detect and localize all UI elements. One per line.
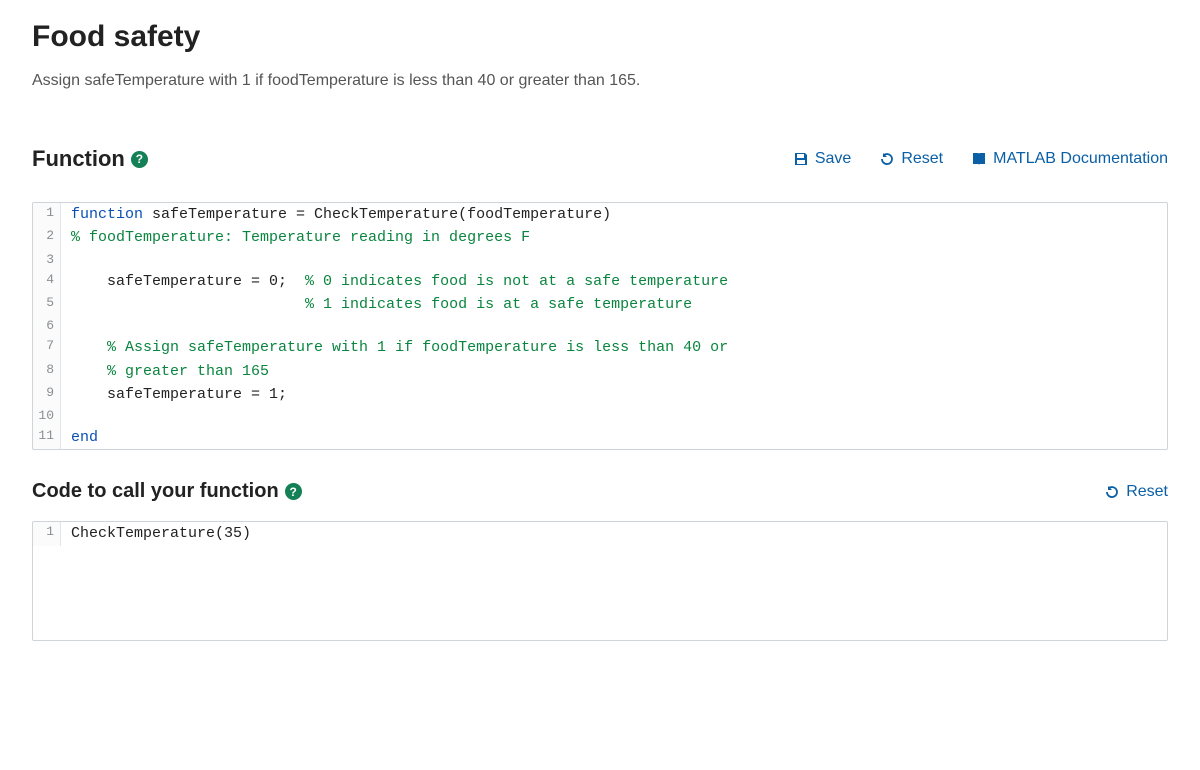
line-number: 1: [33, 522, 61, 545]
code-line[interactable]: 4 safeTemperature = 0; % 0 indicates foo…: [33, 270, 1167, 293]
help-icon[interactable]: ?: [131, 151, 148, 168]
line-number: 7: [33, 336, 61, 359]
code-content[interactable]: CheckTemperature(35): [61, 522, 261, 545]
function-heading-text: Function: [32, 146, 125, 172]
function-code-editor[interactable]: 1function safeTemperature = CheckTempera…: [32, 202, 1168, 450]
function-toolbar: Save Reset MATLAB Documentation: [793, 150, 1168, 168]
code-content[interactable]: safeTemperature = 0; % 0 indicates food …: [61, 270, 738, 293]
code-line[interactable]: 9 safeTemperature = 1;: [33, 383, 1167, 406]
reset-button[interactable]: Reset: [879, 150, 943, 168]
call-reset-label: Reset: [1126, 483, 1168, 501]
code-line[interactable]: 6: [33, 316, 1167, 336]
matlab-docs-label: MATLAB Documentation: [993, 150, 1168, 168]
reset-icon: [879, 151, 895, 167]
function-section-header: Function ? Save Reset MATLAB Documentati…: [32, 146, 1168, 172]
page-title: Food safety: [32, 20, 1168, 54]
line-number: 10: [33, 406, 61, 426]
line-number: 2: [33, 226, 61, 249]
code-line[interactable]: 2% foodTemperature: Temperature reading …: [33, 226, 1167, 249]
code-line[interactable]: 8 % greater than 165: [33, 360, 1167, 383]
code-line[interactable]: 3: [33, 250, 1167, 270]
call-heading-text: Code to call your function: [32, 480, 279, 503]
reset-icon: [1104, 484, 1120, 500]
line-number: 8: [33, 360, 61, 383]
call-heading: Code to call your function ?: [32, 480, 302, 503]
problem-instructions: Assign safeTemperature with 1 if foodTem…: [32, 72, 1168, 90]
code-content[interactable]: [61, 250, 81, 270]
code-line[interactable]: 11end: [33, 426, 1167, 449]
code-line[interactable]: 5 % 1 indicates food is at a safe temper…: [33, 293, 1167, 316]
book-icon: [971, 151, 987, 167]
reset-label: Reset: [901, 150, 943, 168]
code-content[interactable]: % greater than 165: [61, 360, 279, 383]
help-icon[interactable]: ?: [285, 483, 302, 500]
call-code-editor[interactable]: 1CheckTemperature(35): [32, 521, 1168, 641]
line-number: 4: [33, 270, 61, 293]
line-number: 3: [33, 250, 61, 270]
function-heading: Function ?: [32, 146, 148, 172]
code-line[interactable]: 10: [33, 406, 1167, 426]
line-number: 1: [33, 203, 61, 226]
code-content[interactable]: end: [61, 426, 108, 449]
line-number: 11: [33, 426, 61, 449]
line-number: 6: [33, 316, 61, 336]
line-number: 5: [33, 293, 61, 316]
save-button[interactable]: Save: [793, 150, 851, 168]
line-number: 9: [33, 383, 61, 406]
code-line[interactable]: 7 % Assign safeTemperature with 1 if foo…: [33, 336, 1167, 359]
code-content[interactable]: function safeTemperature = CheckTemperat…: [61, 203, 621, 226]
code-content[interactable]: [61, 406, 81, 426]
code-content[interactable]: [61, 316, 81, 336]
code-content[interactable]: % Assign safeTemperature with 1 if foodT…: [61, 336, 738, 359]
call-section-header: Code to call your function ? Reset: [32, 480, 1168, 503]
matlab-docs-link[interactable]: MATLAB Documentation: [971, 150, 1168, 168]
code-content[interactable]: % foodTemperature: Temperature reading i…: [61, 226, 540, 249]
save-label: Save: [815, 150, 851, 168]
code-line[interactable]: 1function safeTemperature = CheckTempera…: [33, 203, 1167, 226]
code-line[interactable]: 1CheckTemperature(35): [33, 522, 1167, 545]
call-reset-button[interactable]: Reset: [1104, 483, 1168, 501]
code-content[interactable]: safeTemperature = 1;: [61, 383, 297, 406]
save-icon: [793, 151, 809, 167]
code-content[interactable]: % 1 indicates food is at a safe temperat…: [61, 293, 702, 316]
